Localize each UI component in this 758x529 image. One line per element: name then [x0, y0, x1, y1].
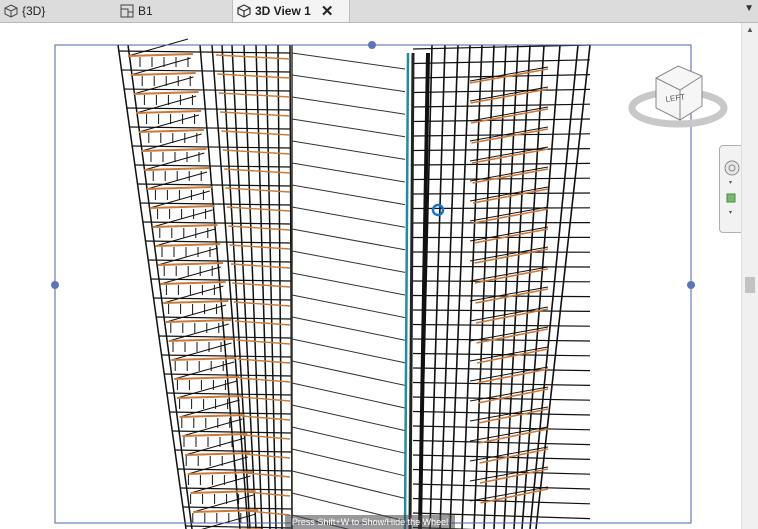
tab-label: 3D View 1 — [255, 4, 311, 18]
section-box-grip-right[interactable] — [687, 281, 695, 289]
steering-wheel-icon[interactable] — [724, 160, 740, 176]
tab-list-dropdown-icon[interactable]: ▼ — [744, 3, 754, 14]
chevron-down-icon[interactable]: ▾ — [729, 180, 732, 186]
tab-3d-view-1[interactable]: 3D View 1 ✕ — [232, 0, 350, 22]
cube-icon — [237, 4, 251, 18]
floor-plan-icon — [120, 4, 134, 18]
section-box-grip-left[interactable] — [51, 281, 59, 289]
viewcube[interactable]: LEFT — [628, 58, 728, 138]
view-tab-bar: {3D} B1 3D View 1 ✕ ▼ — [0, 0, 758, 23]
status-tooltip: Press Shift+W to Show/Hide the Wheel — [285, 515, 455, 529]
section-box[interactable] — [54, 44, 692, 524]
tab-3d[interactable]: {3D} — [4, 0, 114, 22]
scroll-up-icon[interactable]: ▲ — [746, 25, 754, 34]
close-icon[interactable]: ✕ — [321, 2, 334, 20]
cube-icon — [4, 4, 18, 18]
scrollbar-thumb[interactable] — [745, 277, 755, 293]
section-box-grip-top[interactable] — [368, 41, 376, 49]
orbit-pivot-icon — [431, 203, 445, 217]
tab-label: {3D} — [22, 4, 46, 18]
vertical-scrollbar[interactable]: ▲ — [741, 23, 758, 529]
chevron-down-icon[interactable]: ▾ — [729, 210, 732, 216]
zoom-icon[interactable] — [726, 193, 736, 203]
tab-label: B1 — [138, 4, 153, 18]
tab-b1[interactable]: B1 — [120, 0, 230, 22]
